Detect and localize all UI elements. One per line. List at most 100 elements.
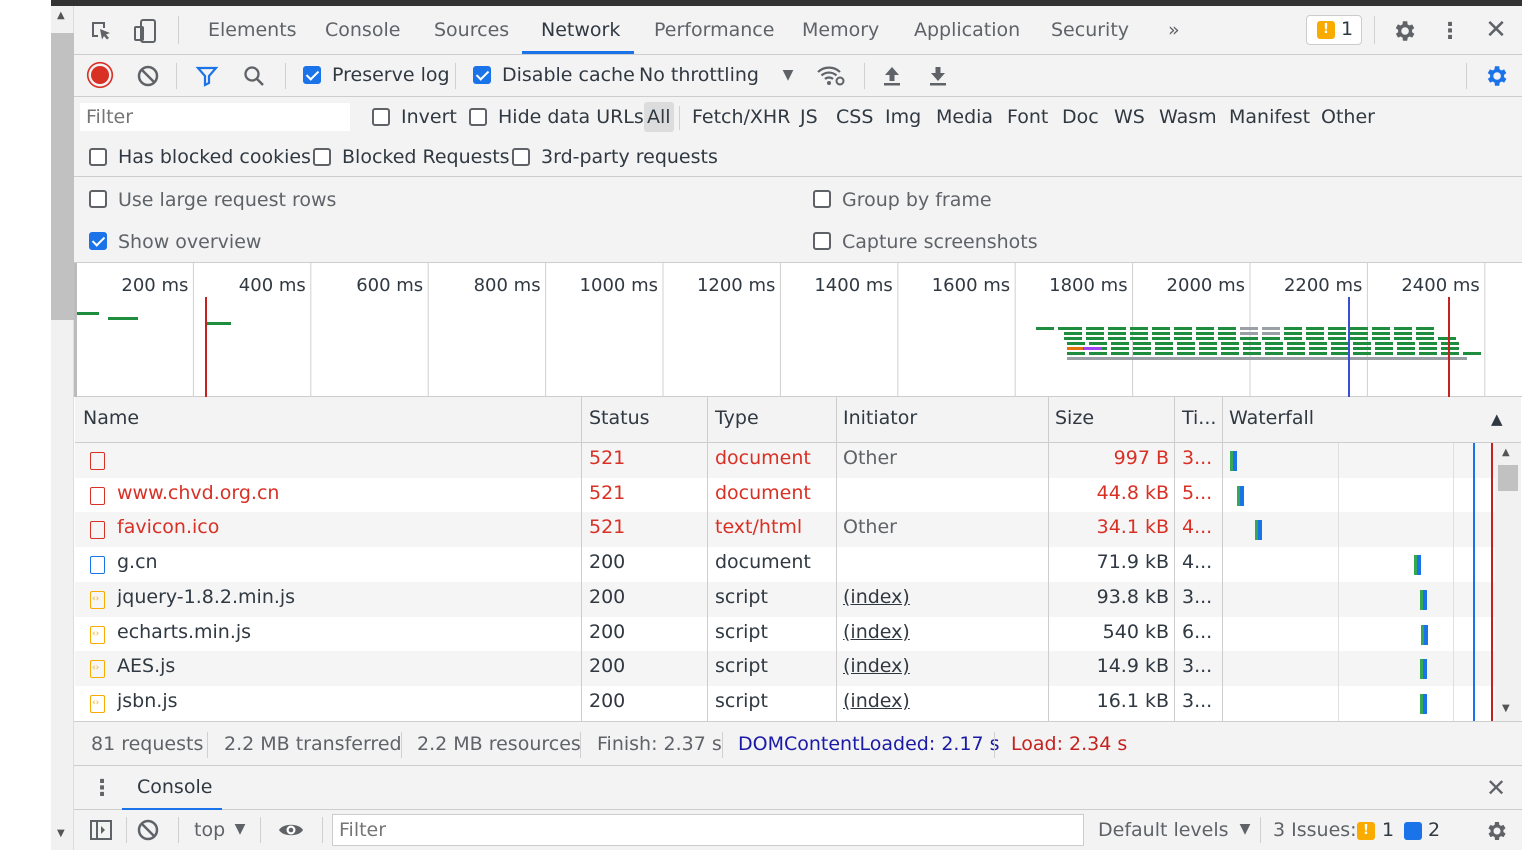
import-har-icon[interactable] — [879, 63, 905, 89]
network-settings-gear-icon[interactable] — [1482, 62, 1510, 90]
context-chevron-down-icon[interactable]: ▼ — [231, 819, 249, 839]
col-header-name[interactable]: Name — [83, 407, 139, 429]
type-filter-font[interactable]: Font — [1007, 105, 1048, 129]
close-devtools-icon[interactable]: ✕ — [1482, 15, 1510, 45]
throttling-select[interactable]: No throttling — [639, 63, 759, 87]
tab-security[interactable]: Security — [1051, 19, 1129, 41]
overview-request-bar — [1196, 327, 1214, 330]
levels-chevron-down-icon[interactable]: ▼ — [1236, 819, 1254, 839]
type-filter-other[interactable]: Other — [1321, 105, 1375, 129]
chevron-down-icon[interactable]: ▼ — [778, 65, 798, 85]
col-header-type[interactable]: Type — [715, 407, 759, 429]
filter-funnel-icon[interactable] — [194, 63, 220, 89]
type-filter-css[interactable]: CSS — [836, 105, 873, 129]
issues-badge[interactable]: ! 1 — [1306, 15, 1362, 45]
tab-elements[interactable]: Elements — [208, 19, 297, 41]
table-row[interactable]: www.chvd.org.cn 521 document 44.8 kB 5... — [75, 478, 1521, 513]
type-filter-doc[interactable]: Doc — [1062, 105, 1099, 129]
table-scroll-down[interactable]: ▼ — [1502, 703, 1510, 714]
table-row[interactable]: ‹› echarts.min.js 200 script (index) 540 kB 6.… — [75, 617, 1521, 652]
table-scrollbar[interactable]: ▲ ▼ — [1495, 443, 1521, 721]
blocked-requests-checkbox[interactable] — [313, 148, 331, 166]
disable-cache-checkbox[interactable] — [473, 66, 491, 84]
col-header-initiator[interactable]: Initiator — [843, 407, 917, 429]
export-har-icon[interactable] — [925, 63, 951, 89]
col-header-status[interactable]: Status — [589, 407, 650, 429]
cell-type: script — [715, 655, 768, 678]
drawer-menu-icon[interactable]: ⋮ — [91, 774, 113, 802]
col-header-size[interactable]: Size — [1055, 407, 1094, 429]
overview-request-bar — [1036, 327, 1054, 330]
overview-timeline-chart[interactable]: 200 ms 400 ms 600 ms 800 ms 1000 ms 1200 ms 14… — [74, 263, 1522, 397]
initiator-link[interactable]: (index) — [843, 586, 910, 608]
type-filter-media[interactable]: Media — [936, 105, 993, 129]
table-row[interactable]: ‹› AES.js 200 script (index) 14.9 kB 3... — [75, 651, 1521, 687]
cell-type: text/html — [715, 516, 803, 539]
tab-sources[interactable]: Sources — [434, 19, 509, 41]
filter-input[interactable] — [80, 103, 350, 131]
live-expression-eye-icon[interactable] — [276, 817, 306, 843]
search-icon[interactable] — [241, 63, 267, 89]
large-rows-checkbox[interactable] — [89, 190, 107, 208]
type-filter-img[interactable]: Img — [885, 105, 921, 129]
col-header-waterfall[interactable]: Waterfall — [1229, 407, 1314, 429]
capture-screenshots-checkbox[interactable] — [813, 232, 831, 250]
type-filter-ws[interactable]: WS — [1114, 105, 1145, 129]
page-scrollbar[interactable]: ▲ ▼ — [51, 0, 74, 850]
show-overview-checkbox[interactable] — [89, 232, 107, 250]
type-filter-js[interactable]: JS — [800, 105, 818, 129]
table-row[interactable]: ‹› jsbn.js 200 script (index) 16.1 kB 3... — [75, 686, 1521, 721]
sort-ascending-icon[interactable]: ▲ — [1491, 410, 1503, 428]
drawer-tab-console[interactable]: Console — [122, 766, 222, 810]
table-row[interactable]: g.cn 200 document 71.9 kB 4... — [75, 547, 1521, 582]
col-header-time[interactable]: Ti... — [1182, 407, 1216, 429]
type-filter-fetch-xhr[interactable]: Fetch/XHR — [692, 105, 790, 129]
tab-network[interactable]: Network — [541, 19, 620, 41]
inspect-element-icon[interactable] — [88, 18, 114, 44]
scrollbar-thumb[interactable] — [51, 33, 74, 320]
cell-time: 6... — [1182, 620, 1213, 643]
table-row[interactable]: ‹› jquery-1.8.2.min.js 200 script (index) 93.… — [75, 581, 1521, 617]
initiator-link[interactable]: (index) — [843, 690, 910, 712]
context-selector[interactable]: top — [194, 818, 225, 842]
type-filter-wasm[interactable]: Wasm — [1159, 105, 1217, 129]
table-row[interactable]: 521 document Other 997 B 3... — [75, 443, 1521, 478]
scroll-down-arrow[interactable]: ▼ — [57, 828, 65, 839]
table-scroll-up[interactable]: ▲ — [1502, 447, 1510, 458]
network-conditions-icon[interactable] — [816, 63, 846, 89]
sidebar-toggle-icon[interactable] — [88, 817, 114, 843]
overview-request-bar — [1177, 347, 1195, 350]
more-tabs-icon[interactable]: » — [1168, 19, 1180, 41]
overview-tick-label: 200 ms — [121, 275, 188, 296]
record-icon[interactable] — [90, 65, 110, 85]
table-scroll-thumb[interactable] — [1498, 465, 1518, 491]
console-filter-input[interactable] — [332, 814, 1084, 846]
cell-time: 4... — [1182, 516, 1213, 539]
tab-memory[interactable]: Memory — [802, 19, 879, 41]
console-settings-gear-icon[interactable] — [1482, 817, 1510, 845]
console-clear-icon[interactable] — [135, 817, 161, 843]
device-toolbar-icon[interactable] — [132, 18, 158, 44]
type-filter-all[interactable]: All — [644, 102, 674, 132]
initiator-link[interactable]: (index) — [843, 655, 910, 677]
scroll-up-arrow[interactable]: ▲ — [57, 10, 65, 21]
hide-data-urls-checkbox[interactable] — [469, 108, 487, 126]
overview-request-bar — [1108, 327, 1126, 330]
network-overview[interactable]: 200 ms 400 ms 600 ms 800 ms 1000 ms 1200 ms 14… — [74, 263, 1522, 397]
clear-icon[interactable] — [135, 63, 161, 89]
has-blocked-cookies-checkbox[interactable] — [89, 148, 107, 166]
tab-performance[interactable]: Performance — [654, 19, 774, 41]
invert-checkbox[interactable] — [372, 108, 390, 126]
type-filter-manifest[interactable]: Manifest — [1229, 105, 1310, 129]
initiator-link[interactable]: (index) — [843, 621, 910, 643]
more-options-icon[interactable]: ⋮ — [1439, 17, 1461, 45]
tab-application[interactable]: Application — [914, 19, 1020, 41]
preserve-log-checkbox[interactable] — [303, 66, 321, 84]
close-drawer-icon[interactable]: ✕ — [1482, 774, 1510, 802]
settings-gear-icon[interactable] — [1390, 17, 1418, 45]
third-party-checkbox[interactable] — [512, 148, 530, 166]
log-levels-select[interactable]: Default levels — [1098, 818, 1229, 842]
table-row[interactable]: favicon.ico 521 text/html Other 34.1 kB 4... — [75, 512, 1521, 548]
group-by-frame-checkbox[interactable] — [813, 190, 831, 208]
tab-console[interactable]: Console — [325, 19, 400, 41]
